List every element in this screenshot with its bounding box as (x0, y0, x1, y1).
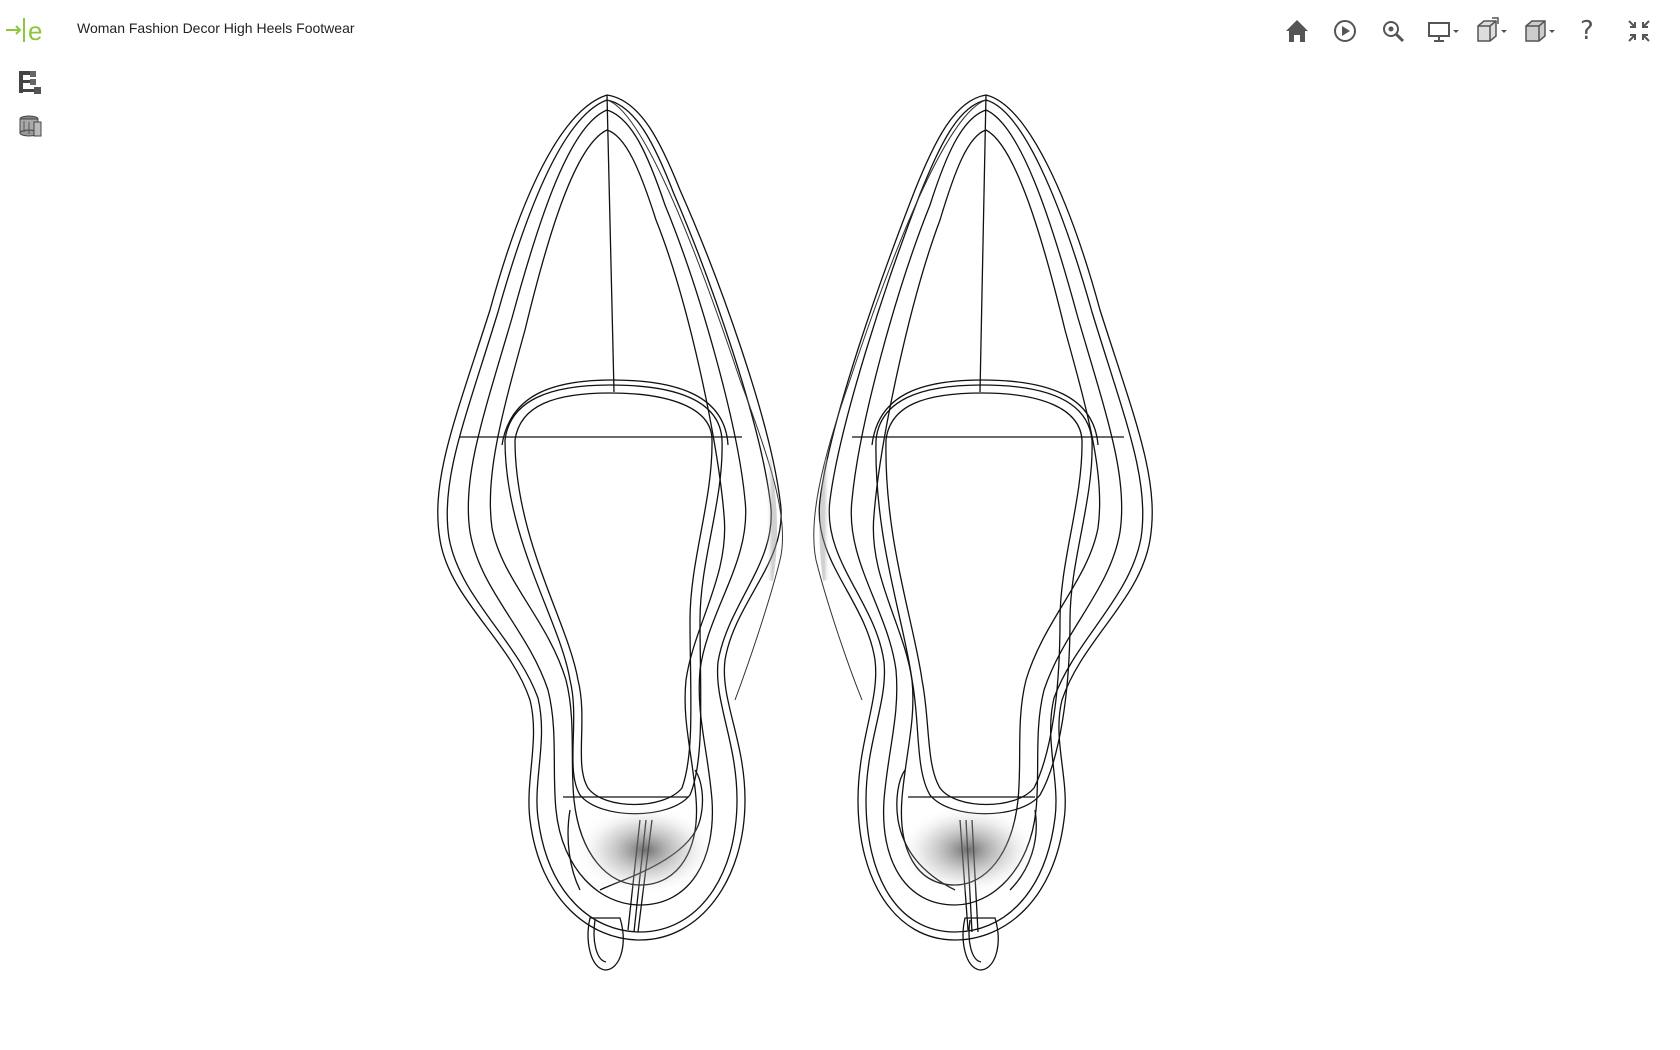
home-icon (1286, 20, 1308, 42)
right-heel-shading (898, 805, 1038, 895)
cube-rotate-icon (1477, 17, 1507, 42)
edrawings-logo: e (6, 14, 50, 46)
wireframe-model (437, 94, 1153, 971)
play-button[interactable] (1328, 14, 1362, 48)
exit-fullscreen-button[interactable] (1622, 14, 1656, 48)
zoom-icon (1383, 21, 1405, 43)
collapse-arrows-icon (1628, 20, 1650, 42)
home-button[interactable] (1280, 14, 1314, 48)
app-window: e Woman Fashion Decor High Heels Footwea… (0, 0, 1680, 1050)
left-heel-shading (575, 805, 715, 895)
help-button[interactable]: ? (1574, 14, 1608, 48)
cube-icon (1525, 20, 1555, 42)
document-title: Woman Fashion Decor High Heels Footwear (77, 20, 355, 36)
logo-letter: e (28, 16, 42, 46)
zoom-button[interactable] (1376, 14, 1410, 48)
monitor-icon (1428, 22, 1459, 42)
display-button[interactable] (1424, 14, 1459, 48)
view-orientation-button[interactable] (1472, 14, 1507, 48)
help-icon: ? (1580, 16, 1594, 46)
view-style-button[interactable] (1520, 14, 1555, 48)
3d-viewport[interactable] (0, 60, 1680, 1050)
play-icon (1334, 20, 1356, 42)
